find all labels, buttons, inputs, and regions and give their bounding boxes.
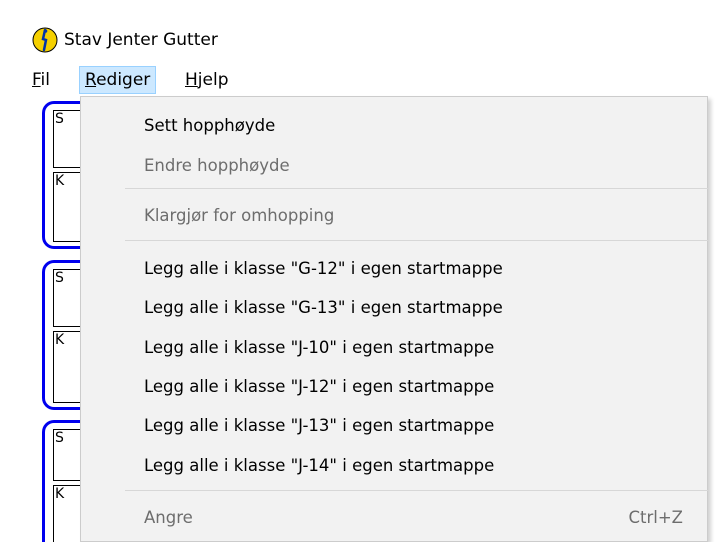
menu-fil-label: il	[40, 70, 50, 90]
menu-item-endre-hopphoyde[interactable]: Endre hopphøyde	[144, 155, 290, 177]
menu-item-legg-g13[interactable]: Legg alle i klasse "G-13" i egen startma…	[144, 297, 503, 319]
angre-shortcut: Ctrl+Z	[628, 508, 684, 527]
rediger-dropdown-menu: Sett hopphøyde Endre hopphøyde Klargjør …	[80, 96, 708, 542]
menu-hjelp-mnemonic: H	[185, 70, 198, 90]
menu-fil-mnemonic: F	[32, 70, 41, 90]
athlete-app-icon	[32, 27, 58, 53]
group-3-box-s-label: S	[55, 430, 64, 446]
menu-separator	[125, 188, 708, 189]
menu-item-legg-g12[interactable]: Legg alle i klasse "G-12" i egen startma…	[144, 258, 503, 280]
menu-item-legg-j10[interactable]: Legg alle i klasse "J-10" i egen startma…	[144, 337, 494, 359]
menu-item-legg-j12[interactable]: Legg alle i klasse "J-12" i egen startma…	[144, 376, 494, 398]
window-title: Stav Jenter Gutter	[64, 30, 218, 50]
menu-rediger-label: ediger	[96, 70, 151, 90]
group-3-box-k-label: K	[55, 486, 65, 502]
menu-item-legg-j13[interactable]: Legg alle i klasse "J-13" i egen startma…	[144, 415, 494, 437]
menu-fil[interactable]: Fil	[27, 66, 55, 94]
group-1-box-k-label: K	[55, 173, 65, 189]
menu-separator	[125, 490, 708, 491]
menu-item-legg-j14[interactable]: Legg alle i klasse "J-14" i egen startma…	[144, 455, 494, 477]
menu-hjelp-label: jelp	[197, 70, 229, 90]
group-2-box-k-label: K	[55, 332, 65, 348]
group-2-box-s-label: S	[55, 270, 64, 286]
menu-separator	[125, 240, 708, 241]
menu-item-angre[interactable]: Angre	[144, 507, 193, 529]
application-window: Stav Jenter Gutter Fil Rediger Hjelp S K…	[0, 0, 718, 542]
group-1-box-s-label: S	[55, 111, 64, 127]
menu-item-klargjor-omhopping[interactable]: Klargjør for omhopping	[144, 205, 334, 227]
menu-item-sett-hopphoyde[interactable]: Sett hopphøyde	[144, 115, 275, 137]
menu-rediger[interactable]: Rediger	[79, 66, 157, 94]
menu-rediger-mnemonic: R	[85, 70, 97, 90]
menu-hjelp[interactable]: Hjelp	[180, 66, 234, 94]
